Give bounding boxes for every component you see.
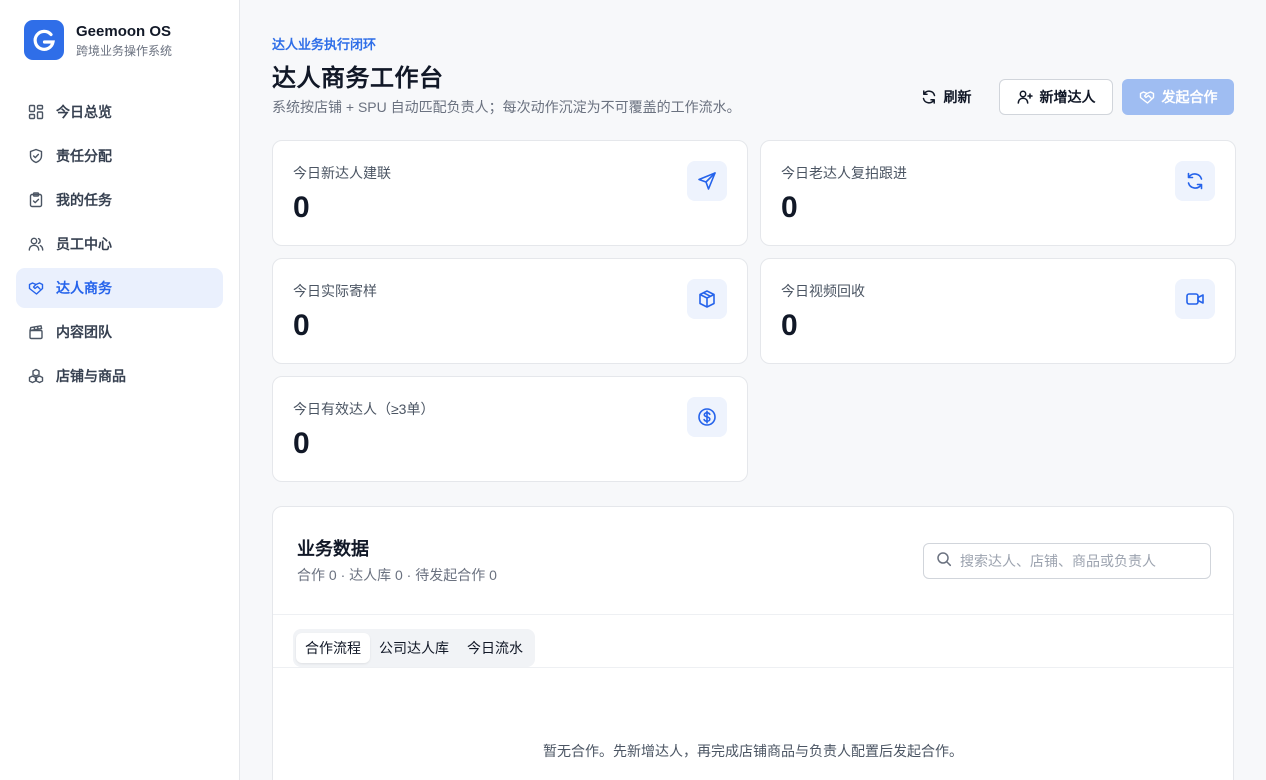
sidebar-item-content-team[interactable]: 内容团队 bbox=[16, 312, 223, 352]
sidebar: Geemoon OS 跨境业务操作系统 今日总览 责任分配 我的任务 员工中心 … bbox=[0, 0, 240, 780]
handshake-icon bbox=[1139, 89, 1155, 105]
page-title: 达人商务工作台 bbox=[272, 65, 444, 92]
sidebar-item-staff-center[interactable]: 员工中心 bbox=[16, 224, 223, 264]
stat-card-returning-followups: 今日老达人复拍跟进 0 bbox=[760, 140, 1236, 246]
add-influencer-button-label: 新增达人 bbox=[1039, 89, 1096, 105]
tab-today-log[interactable]: 今日流水 bbox=[458, 633, 532, 663]
video-icon bbox=[1175, 279, 1215, 319]
stat-value: 0 bbox=[293, 309, 310, 342]
tabs-divider bbox=[273, 667, 1233, 668]
stat-card-videos-collected: 今日视频回收 0 bbox=[760, 258, 1236, 364]
panel-title: 业务数据 bbox=[297, 539, 369, 559]
tab-company-influencer-library[interactable]: 公司达人库 bbox=[370, 633, 458, 663]
brand-name: Geemoon OS bbox=[76, 22, 172, 40]
tab-cooperation-flow[interactable]: 合作流程 bbox=[296, 633, 370, 663]
sidebar-item-assignment[interactable]: 责任分配 bbox=[16, 136, 223, 176]
sidebar-item-influencer-business[interactable]: 达人商务 bbox=[16, 268, 223, 308]
sidebar-item-label: 责任分配 bbox=[56, 148, 112, 164]
package-icon bbox=[687, 279, 727, 319]
sidebar-item-label: 我的任务 bbox=[56, 192, 112, 208]
add-influencer-button[interactable]: 新增达人 bbox=[999, 79, 1113, 115]
stat-label: 今日实际寄样 bbox=[293, 283, 377, 299]
stat-value: 0 bbox=[293, 427, 310, 460]
brand[interactable]: Geemoon OS 跨境业务操作系统 bbox=[24, 20, 172, 60]
user-plus-icon bbox=[1017, 89, 1033, 105]
refresh-button-label: 刷新 bbox=[943, 89, 972, 105]
sidebar-item-shop-products[interactable]: 店铺与商品 bbox=[16, 356, 223, 396]
app-logo-icon bbox=[24, 20, 64, 60]
stat-card-new-influencers: 今日新达人建联 0 bbox=[272, 140, 748, 246]
stat-label: 今日有效达人（≥3单） bbox=[293, 401, 435, 417]
page-description: 系统按店铺 + SPU 自动匹配负责人；每次动作沉淀为不可覆盖的工作流水。 bbox=[272, 99, 741, 115]
sidebar-item-label: 今日总览 bbox=[56, 104, 112, 120]
handshake-icon bbox=[28, 280, 44, 296]
search-icon bbox=[936, 551, 952, 572]
start-cooperation-button-label: 发起合作 bbox=[1161, 89, 1218, 105]
clipboard-icon bbox=[28, 192, 44, 208]
stat-label: 今日老达人复拍跟进 bbox=[781, 165, 907, 181]
empty-state-message: 暂无合作。先新增达人，再完成店铺商品与负责人配置后发起合作。 bbox=[543, 743, 963, 759]
boxes-icon bbox=[28, 368, 44, 384]
sidebar-item-label: 店铺与商品 bbox=[56, 368, 126, 384]
shield-icon bbox=[28, 148, 44, 164]
sidebar-item-label: 达人商务 bbox=[56, 280, 112, 296]
page-eyebrow: 达人业务执行闭环 bbox=[272, 37, 377, 52]
brand-subtitle: 跨境业务操作系统 bbox=[76, 43, 173, 58]
sidebar-nav: 今日总览 责任分配 我的任务 员工中心 达人商务 内容团队 店铺与商品 bbox=[16, 92, 223, 400]
stat-value: 0 bbox=[293, 191, 310, 224]
panel-stats: 合作 0 · 达人库 0 · 待发起合作 0 bbox=[297, 567, 497, 583]
stat-label: 今日视频回收 bbox=[781, 283, 865, 299]
clapperboard-icon bbox=[28, 324, 44, 340]
stat-card-samples-sent: 今日实际寄样 0 bbox=[272, 258, 748, 364]
start-cooperation-button[interactable]: 发起合作 bbox=[1122, 79, 1234, 115]
refresh-icon bbox=[1175, 161, 1215, 201]
refresh-button[interactable]: 刷新 bbox=[910, 79, 982, 115]
dashboard-icon bbox=[28, 104, 44, 120]
refresh-icon bbox=[921, 89, 937, 105]
panel-tabs: 合作流程 公司达人库 今日流水 bbox=[293, 629, 535, 667]
sidebar-item-overview[interactable]: 今日总览 bbox=[16, 92, 223, 132]
dollar-icon bbox=[687, 397, 727, 437]
sidebar-item-label: 员工中心 bbox=[56, 236, 112, 252]
stat-value: 0 bbox=[781, 309, 798, 342]
business-data-panel: 业务数据 合作 0 · 达人库 0 · 待发起合作 0 合作流程 公司达人库 今… bbox=[272, 506, 1234, 780]
panel-divider bbox=[273, 614, 1233, 615]
stat-label: 今日新达人建联 bbox=[293, 165, 391, 181]
search-box[interactable] bbox=[923, 543, 1211, 579]
search-input[interactable] bbox=[960, 553, 1200, 569]
sidebar-item-label: 内容团队 bbox=[56, 324, 112, 340]
sidebar-item-my-tasks[interactable]: 我的任务 bbox=[16, 180, 223, 220]
stat-value: 0 bbox=[781, 191, 798, 224]
users-icon bbox=[28, 236, 44, 252]
stat-card-effective-influencers: 今日有效达人（≥3单） 0 bbox=[272, 376, 748, 482]
send-icon bbox=[687, 161, 727, 201]
